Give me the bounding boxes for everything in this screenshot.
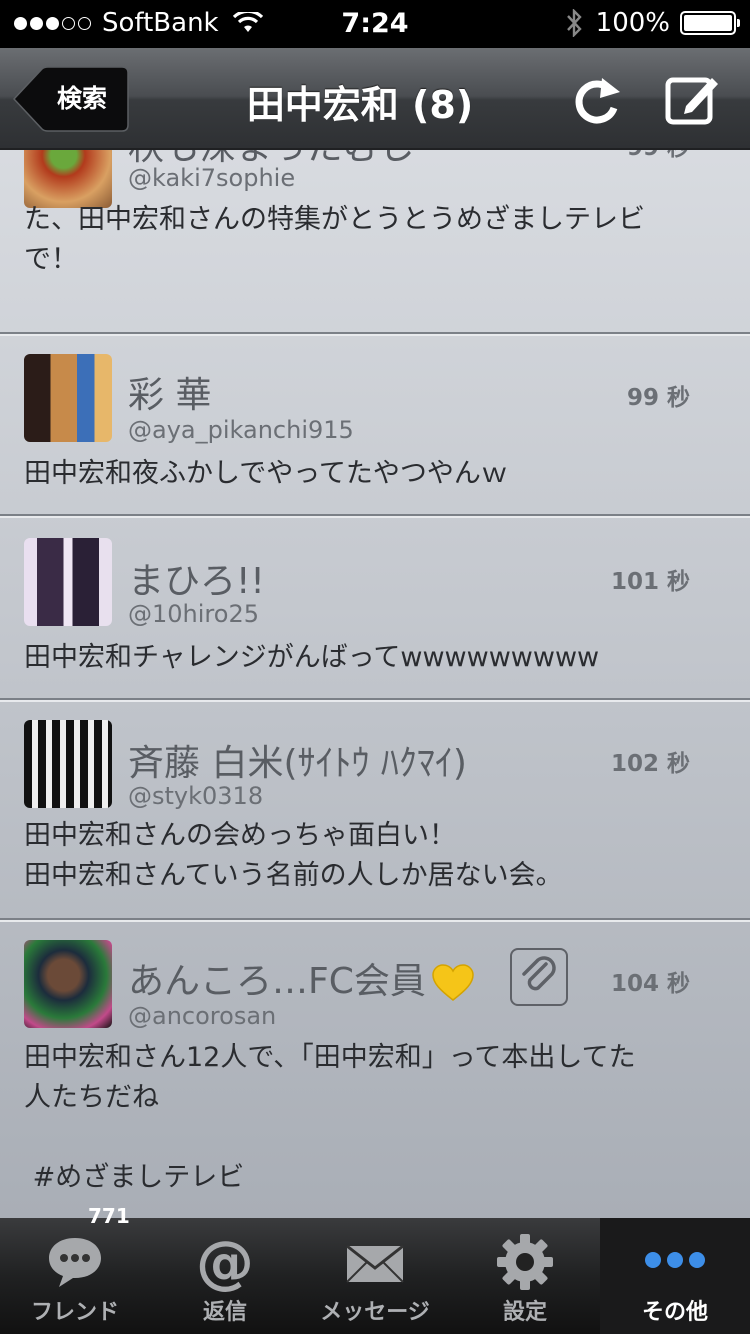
back-button[interactable]: 検索	[12, 66, 130, 132]
tweet-item[interactable]: まひろ!! @10hiro25 101 秒 田中宏和チャレンジがんばってwwww…	[0, 518, 750, 700]
back-button-label: 検索	[56, 84, 107, 113]
envelope-icon	[346, 1244, 404, 1283]
tweet-timestamp: 102 秒	[610, 751, 690, 777]
unread-count-badge: 771	[88, 1204, 130, 1228]
tab-label: 返信	[202, 1300, 247, 1325]
battery-percent: 100%	[595, 8, 670, 38]
tab-replies[interactable]: @ 返信	[150, 1218, 300, 1334]
tweet-author-name: 彩 華	[128, 375, 212, 416]
tweet-timeline[interactable]: 秋も深まったむし @kaki7sophie 99 秒 た、田中宏和さんの特集がと…	[0, 150, 750, 1218]
tweet-author-handle: @styk0318	[128, 782, 264, 810]
tweet-author-name: 斉藤 白米(ｻｲﾄｳ ﾊｸﾏｲ)	[128, 743, 467, 784]
tweet-author-handle: @kaki7sophie	[128, 164, 296, 192]
tweet-text: た、田中宏和さんの特集がとうとうめざましテレビ で！	[24, 204, 645, 275]
tab-bar: 771 フレンド @ 返信 メッセージ 設定 その他	[0, 1204, 750, 1334]
tweet-text: 田中宏和チャレンジがんばってwwwwwwwww	[24, 642, 600, 673]
tweet-item[interactable]: 斉藤 白米(ｻｲﾄｳ ﾊｸﾏｲ) @styk0318 102 秒 田中宏和さんの…	[0, 702, 750, 920]
tweet-author-name: あんころ…FC会員	[128, 952, 474, 1004]
battery-icon	[680, 11, 740, 35]
avatar[interactable]	[24, 538, 112, 626]
tweet-author-name: まひろ!!	[128, 561, 265, 602]
at-sign-icon: @	[196, 1232, 254, 1292]
refresh-icon[interactable]	[568, 70, 628, 130]
tab-label: フレンド	[30, 1300, 119, 1325]
tweet-item[interactable]: 秋も深まったむし @kaki7sophie 99 秒 た、田中宏和さんの特集がと…	[0, 150, 750, 334]
tab-label: その他	[641, 1300, 708, 1325]
tweet-author-name-text: あんころ…FC会員	[128, 961, 426, 1002]
avatar[interactable]	[24, 940, 112, 1028]
tweet-author-handle: @ancorosan	[128, 1002, 277, 1030]
avatar[interactable]	[24, 354, 112, 442]
tweet-author-handle: @aya_pikanchi915	[128, 416, 354, 444]
attachment-icon[interactable]	[510, 948, 568, 1006]
tab-label: 設定	[502, 1300, 547, 1325]
tweet-timestamp: 99 秒	[626, 385, 690, 411]
tweet-text: 田中宏和さん12人で、「田中宏和」って本出してた 人たちだね #めざましテレビ	[24, 1042, 636, 1193]
gear-icon	[497, 1234, 553, 1290]
compose-icon[interactable]	[662, 70, 722, 130]
tweet-timestamp: 101 秒	[610, 569, 690, 595]
tweet-text: 田中宏和夜ふかしでやってたやつやんｗ	[24, 458, 508, 489]
tweet-item[interactable]: あんころ…FC会員 @ancorosan 104 秒 田中宏和さん12人で、「田…	[0, 922, 750, 1218]
status-bar: SoftBank 7:24 100%	[0, 0, 750, 48]
page-title: 田中宏和 (8)	[246, 83, 474, 127]
tab-more[interactable]: その他	[600, 1218, 750, 1334]
tab-settings[interactable]: 設定	[450, 1218, 600, 1334]
nav-bar: 検索 田中宏和 (8)	[0, 48, 750, 150]
bluetooth-icon	[566, 9, 582, 37]
tweet-author-handle: @10hiro25	[128, 600, 259, 628]
chat-bubble-icon	[49, 1238, 101, 1287]
svg-text:@: @	[196, 1232, 254, 1292]
tab-messages[interactable]: メッセージ	[300, 1218, 450, 1334]
tweet-text: 田中宏和さんの会めっちゃ面白い！ 田中宏和さんていう名前の人しか居ない会。	[24, 820, 563, 891]
more-dots-icon	[645, 1252, 705, 1268]
avatar[interactable]	[24, 720, 112, 808]
yellow-heart-icon	[432, 964, 474, 1001]
tweet-item[interactable]: 彩 華 @aya_pikanchi915 99 秒 田中宏和夜ふかしでやってたや…	[0, 336, 750, 516]
tweet-timestamp: 99 秒	[627, 150, 690, 162]
tab-label: メッセージ	[320, 1300, 430, 1325]
tweet-timestamp: 104 秒	[610, 971, 690, 997]
tab-friends[interactable]: 771 フレンド	[0, 1204, 150, 1334]
